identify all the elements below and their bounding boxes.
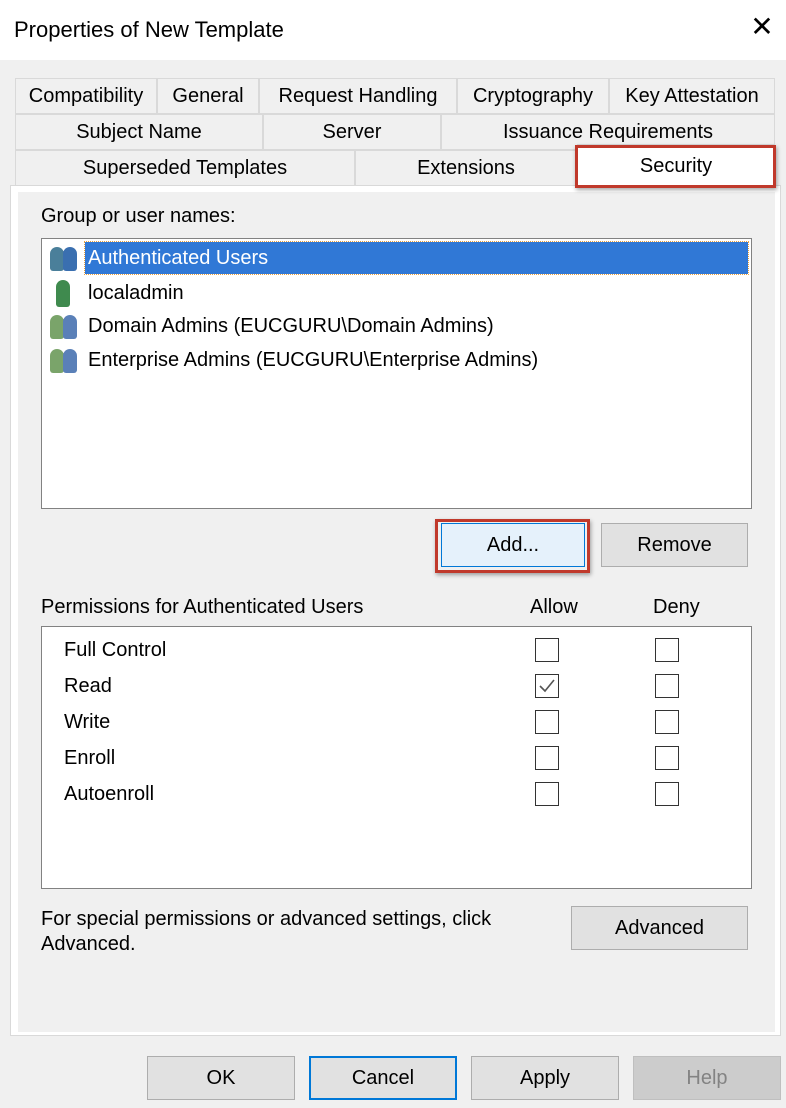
tab-request-handling[interactable]: Request Handling — [259, 78, 457, 114]
deny-checkbox[interactable] — [655, 782, 679, 806]
add-button[interactable]: Add... — [441, 523, 585, 567]
close-icon[interactable]: ✕ — [748, 12, 776, 42]
allow-checkbox[interactable] — [535, 638, 559, 662]
tab-server[interactable]: Server — [263, 114, 441, 150]
permission-name: Autoenroll — [64, 783, 155, 805]
deny-checkbox[interactable] — [655, 674, 679, 698]
permissions-list — [41, 626, 752, 889]
deny-checkbox[interactable] — [655, 638, 679, 662]
user-list-item[interactable]: Enterprise Admins (EUCGURU\Enterprise Ad… — [47, 344, 541, 376]
ok-button[interactable]: OK — [147, 1056, 295, 1100]
allow-checkbox[interactable] — [535, 674, 559, 698]
group-icon — [47, 243, 81, 273]
advanced-hint-2: Advanced. — [41, 933, 136, 955]
allow-checkbox[interactable] — [535, 746, 559, 770]
permission-name: Full Control — [64, 639, 167, 661]
permission-name: Write — [64, 711, 111, 733]
tab-security[interactable]: Security — [577, 144, 775, 187]
remove-button[interactable]: Remove — [601, 523, 748, 567]
tab-general[interactable]: General — [157, 78, 259, 114]
user-name: localadmin — [88, 282, 184, 304]
cancel-button[interactable]: Cancel — [309, 1056, 457, 1100]
group-icon — [47, 345, 81, 375]
allow-header: Allow — [530, 596, 578, 618]
user-list-item[interactable]: localadmin — [47, 277, 187, 309]
advanced-hint-1: For special permissions or advanced sett… — [41, 908, 492, 930]
user-name: Authenticated Users — [84, 241, 749, 275]
allow-checkbox[interactable] — [535, 782, 559, 806]
user-name: Enterprise Admins (EUCGURU\Enterprise Ad… — [88, 349, 539, 371]
checkmark-icon — [539, 679, 555, 693]
permission-name: Read — [64, 675, 112, 697]
tab-key-attestation[interactable]: Key Attestation — [609, 78, 775, 114]
window-title: Properties of New Template — [14, 17, 284, 42]
group-icon — [47, 311, 81, 341]
user-name: Domain Admins (EUCGURU\Domain Admins) — [88, 315, 494, 337]
deny-header: Deny — [653, 596, 700, 618]
allow-checkbox[interactable] — [535, 710, 559, 734]
advanced-button[interactable]: Advanced — [571, 906, 748, 950]
permission-name: Enroll — [64, 747, 116, 769]
tab-subject-name[interactable]: Subject Name — [15, 114, 263, 150]
tab-extensions[interactable]: Extensions — [355, 150, 577, 186]
user-icon — [47, 278, 81, 308]
deny-checkbox[interactable] — [655, 746, 679, 770]
tab-superseded-templates[interactable]: Superseded Templates — [15, 150, 355, 186]
tab-cryptography[interactable]: Cryptography — [457, 78, 609, 114]
permissions-label: Permissions for Authenticated Users — [41, 596, 364, 618]
help-button[interactable]: Help — [633, 1056, 781, 1100]
group-label: Group or user names: — [41, 205, 236, 227]
tab-compatibility[interactable]: Compatibility — [15, 78, 157, 114]
user-list-item[interactable]: Authenticated Users — [47, 241, 749, 275]
user-list-item[interactable]: Domain Admins (EUCGURU\Domain Admins) — [47, 310, 497, 342]
deny-checkbox[interactable] — [655, 710, 679, 734]
apply-button[interactable]: Apply — [471, 1056, 619, 1100]
